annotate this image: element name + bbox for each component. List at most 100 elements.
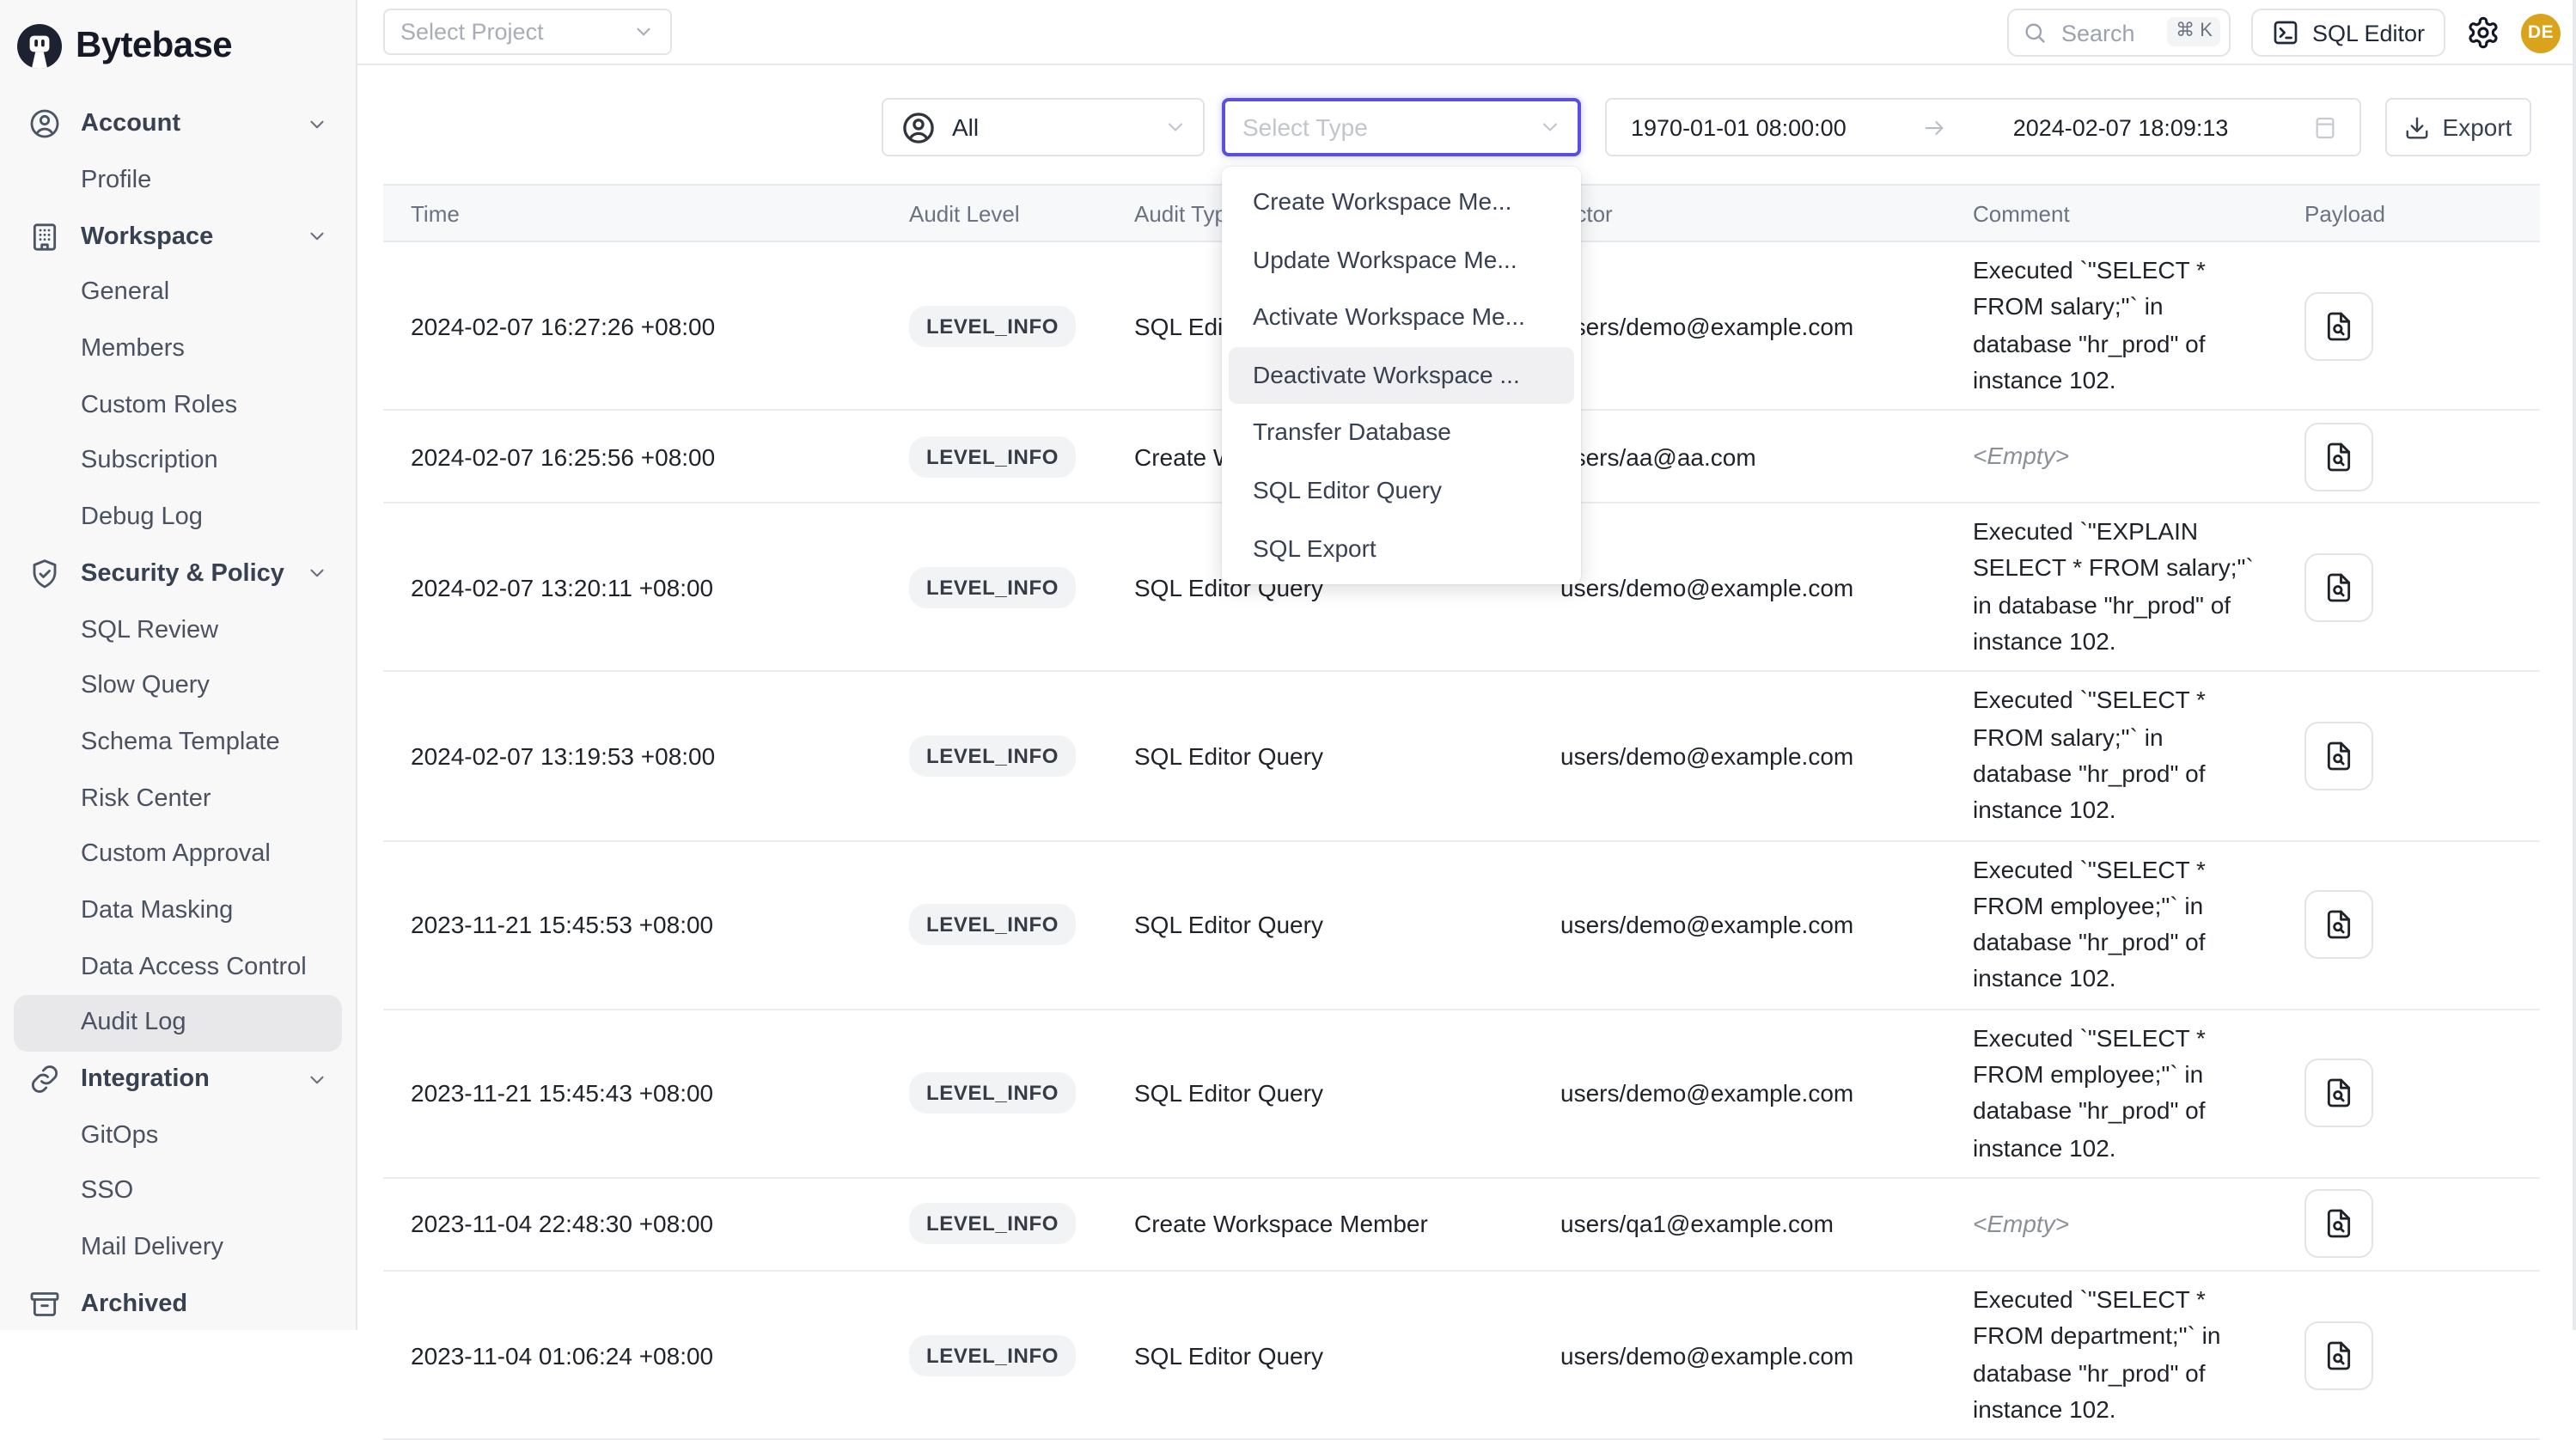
cell-audit-level: LEVEL_INFO: [882, 305, 1107, 346]
brand[interactable]: Bytebase: [0, 0, 356, 76]
file-search-icon: [2322, 308, 2356, 343]
cell-payload: [2277, 291, 2540, 360]
chevron-down-icon: [1538, 115, 1562, 139]
type-menu-option[interactable]: SQL Export: [1229, 520, 1574, 577]
user-circle-icon: [27, 107, 62, 142]
sidebar-item-label: Integration: [81, 1065, 210, 1093]
level-badge: LEVEL_INFO: [909, 735, 1076, 777]
sidebar-item-label: SSO: [81, 1178, 133, 1205]
sidebar-item-debug-log[interactable]: Debug Log: [14, 490, 342, 546]
view-payload-button[interactable]: [2304, 722, 2373, 790]
user-avatar[interactable]: DE: [2521, 13, 2561, 52]
cell-audit-level: LEVEL_INFO: [882, 1334, 1107, 1376]
type-menu-option[interactable]: Transfer Database: [1229, 405, 1574, 462]
type-menu-option[interactable]: Create Workspace Me...: [1229, 174, 1574, 231]
comment-text: Executed `"EXPLAIN SELECT * FROM salary;…: [1973, 517, 2254, 655]
sidebar-item-label: Mail Delivery: [81, 1234, 223, 1261]
cell-actor: users/qa1@example.com: [1533, 1211, 1945, 1238]
sidebar-item-gitops[interactable]: GitOps: [14, 1107, 342, 1163]
sidebar: Bytebase Account ProfileWorkspace General M…: [0, 0, 357, 1330]
sidebar-item-custom-approval[interactable]: Custom Approval: [14, 827, 342, 882]
sidebar-item-label: SQL Review: [81, 616, 218, 644]
sidebar-item-label: Custom Roles: [81, 392, 237, 419]
search-input[interactable]: [2058, 18, 2164, 47]
view-payload-button[interactable]: [2304, 553, 2373, 622]
type-menu-option[interactable]: Update Workspace Me...: [1229, 231, 1574, 289]
cell-audit-type: Create Workspace Member: [1107, 1211, 1533, 1238]
level-badge: LEVEL_INFO: [909, 305, 1076, 346]
sidebar-item-risk-center[interactable]: Risk Center: [14, 771, 342, 827]
level-badge: LEVEL_INFO: [909, 1334, 1076, 1376]
comment-empty: <Empty>: [1973, 442, 2069, 469]
cell-actor: users/demo@example.com: [1533, 312, 1945, 339]
settings-gear-icon[interactable]: [2466, 15, 2500, 50]
view-payload-button[interactable]: [2304, 291, 2373, 360]
scrollbar-track[interactable]: [2573, 0, 2576, 1330]
sidebar-item-data-masking[interactable]: Data Masking: [14, 882, 342, 938]
sidebar-item-label: Data Masking: [81, 897, 233, 924]
cell-actor: users/demo@example.com: [1533, 574, 1945, 601]
sidebar-item-members[interactable]: Members: [14, 321, 342, 377]
audit-log-row: 2023-11-04 01:06:24 +08:00LEVEL_INFOSQL …: [383, 1272, 2540, 1440]
level-badge: LEVEL_INFO: [909, 567, 1076, 608]
view-payload-button[interactable]: [2304, 1190, 2373, 1259]
col-header-comment: Comment: [1945, 186, 2277, 241]
sidebar-item-audit-log[interactable]: Audit Log: [14, 995, 342, 1051]
type-menu-option[interactable]: Deactivate Workspace ...: [1229, 347, 1574, 405]
chevron-down-icon: [632, 21, 655, 43]
sidebar-item-archived[interactable]: Archived: [14, 1276, 342, 1332]
sidebar-item-security-policy[interactable]: Security & Policy: [14, 546, 342, 601]
user-circle-icon: [900, 109, 937, 145]
view-payload-button[interactable]: [2304, 422, 2373, 491]
file-search-icon: [2322, 1338, 2356, 1372]
sidebar-item-account[interactable]: Account: [14, 96, 342, 152]
sidebar-item-label: Security & Policy: [81, 560, 284, 588]
sidebar-item-label: Data Access Control: [81, 953, 307, 980]
sidebar-item-label: Schema Template: [81, 729, 280, 756]
sidebar-item-general[interactable]: General: [14, 265, 342, 320]
sidebar-item-custom-roles[interactable]: Custom Roles: [14, 377, 342, 433]
cell-payload: [2277, 1190, 2540, 1259]
col-header-actor: Actor: [1533, 186, 1945, 241]
building-icon: [27, 219, 62, 253]
project-select-placeholder: Select Project: [400, 19, 544, 45]
project-select[interactable]: Select Project: [383, 9, 672, 55]
sidebar-item-schema-template[interactable]: Schema Template: [14, 714, 342, 770]
type-filter-select[interactable]: Select Type: [1222, 98, 1581, 156]
view-payload-button[interactable]: [2304, 1321, 2373, 1389]
cell-comment: Executed `"SELECT * FROM salary;"` in da…: [1945, 683, 2277, 829]
sidebar-item-sso[interactable]: SSO: [14, 1163, 342, 1219]
sidebar-item-workspace[interactable]: Workspace: [14, 209, 342, 265]
cell-actor: users/aa@aa.com: [1533, 442, 1945, 470]
sidebar-item-data-access-control[interactable]: Data Access Control: [14, 939, 342, 995]
comment-text: Executed `"SELECT * FROM salary;"` in da…: [1973, 686, 2206, 824]
sidebar-nav: Account ProfileWorkspace General Members Cus…: [0, 96, 356, 1332]
search-input-wrap[interactable]: ⌘ K: [2008, 9, 2231, 57]
type-menu-option[interactable]: SQL Editor Query: [1229, 462, 1574, 520]
sidebar-item-sql-review[interactable]: SQL Review: [14, 601, 342, 657]
sidebar-item-mail-delivery[interactable]: Mail Delivery: [14, 1220, 342, 1276]
sidebar-item-label: Account: [81, 111, 180, 138]
sidebar-item-slow-query[interactable]: Slow Query: [14, 658, 342, 714]
sidebar-item-integration[interactable]: Integration: [14, 1051, 342, 1107]
cell-audit-type: SQL Editor Query: [1107, 911, 1533, 938]
search-icon: [2024, 21, 2048, 45]
comment-text: Executed `"SELECT * FROM employee;"` in …: [1973, 855, 2206, 992]
topbar-actions: ⌘ K SQL Editor DE: [2008, 9, 2561, 57]
cell-time: 2023-11-21 15:45:53 +08:00: [383, 911, 882, 938]
view-payload-button[interactable]: [2304, 1059, 2373, 1128]
sidebar-item-label: General: [81, 279, 169, 307]
date-range-picker[interactable]: 1970-01-01 08:00:00 2024-02-07 18:09:13: [1605, 98, 2361, 156]
export-button[interactable]: Export: [2385, 98, 2531, 156]
actor-filter-select[interactable]: All: [882, 98, 1205, 156]
view-payload-button[interactable]: [2304, 890, 2373, 959]
cell-actor: users/demo@example.com: [1533, 1080, 1945, 1107]
sql-editor-button[interactable]: SQL Editor: [2252, 9, 2445, 57]
cell-audit-type: SQL Editor Query: [1107, 1341, 1533, 1369]
archive-icon: [27, 1287, 62, 1321]
type-menu-option[interactable]: Activate Workspace Me...: [1229, 289, 1574, 346]
sidebar-item-subscription[interactable]: Subscription: [14, 433, 342, 489]
type-filter-dropdown-menu: Create Workspace Me...Update Workspace M…: [1222, 167, 1581, 584]
cell-actor: users/demo@example.com: [1533, 911, 1945, 938]
sidebar-item-profile[interactable]: Profile: [14, 152, 342, 208]
